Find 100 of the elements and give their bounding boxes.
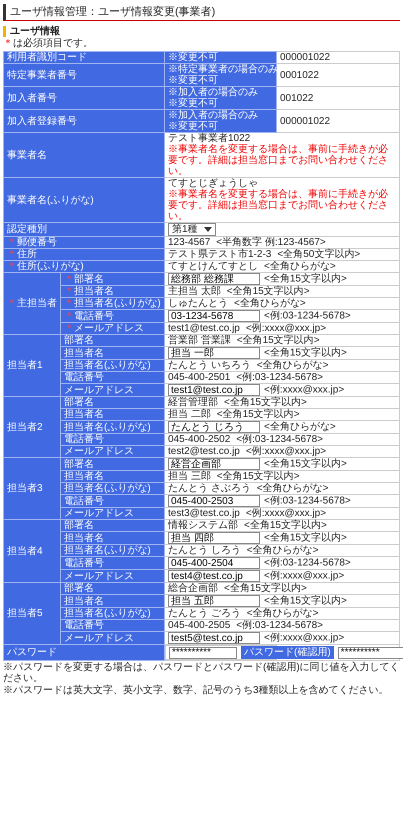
field-hint: <例:03-1234-5678> (264, 496, 351, 507)
field-value: 001022 (280, 92, 314, 104)
field-hint: <例:xxxx@xxx.jp> (246, 508, 326, 519)
text-field[interactable]: test4@test.co.jp (168, 570, 260, 582)
field-hint: <全角15文字以内> (216, 471, 300, 482)
field-value: しゅたんとう (168, 298, 228, 309)
field-label: メールアドレス (60, 508, 164, 520)
field-hint: <全角ひらがな> (234, 298, 306, 309)
field-label: 電話番号 (60, 372, 164, 384)
field-label: メールアドレス (60, 384, 164, 396)
field-hint: <全角ひらがな> (246, 608, 318, 619)
warning-text: ※事業者名を変更する場合は、事前に手続きが必要です。詳細は担当窓口までお問い合わせください。 (168, 144, 389, 177)
text-field[interactable]: test1@test.co.jp (168, 384, 260, 396)
type-select[interactable]: 第1種 (168, 223, 216, 236)
field-value: test1@test.co.jp (168, 323, 240, 334)
field-hint: <全角15文字以内> (264, 348, 347, 359)
field-label: 担当者名 (60, 594, 164, 608)
section-title: ユーザ情報 (3, 26, 400, 37)
field-label: パスワード(確認用) (241, 646, 334, 659)
field-label: 利用者識別コード (4, 52, 164, 64)
field-note: ※加入者の場合のみ (168, 110, 259, 121)
field-note: ※変更不可 (168, 121, 219, 132)
field-label: 部署名 (60, 520, 164, 532)
field-hint: <例:03-1234-5678> (264, 310, 351, 322)
field-label: 担当者名(ふりがな) (60, 544, 164, 556)
field-value: 045-400-2505 (168, 620, 230, 631)
field-label: 部署名 (60, 458, 164, 470)
field-label: 担当者名(ふりがな) (60, 360, 164, 372)
password-field[interactable]: ********** (338, 646, 403, 658)
field-label: ＊部署名 (60, 272, 164, 286)
field-label: 担当者名(ふりがな) (60, 608, 164, 620)
password-field[interactable]: ********** (169, 646, 237, 658)
field-label: ＊住所 (4, 248, 164, 260)
field-hint: <全角ひらがな> (256, 483, 328, 494)
field-hint: <全角ひらがな> (256, 360, 328, 371)
field-label: パスワード (4, 644, 164, 660)
field-value: テスト県テスト市1-2-3 (168, 249, 272, 260)
field-label: 部署名 (60, 396, 164, 408)
text-field[interactable]: 045-400-2503 (168, 495, 260, 507)
field-hint: <例:xxxx@xxx.jp> (246, 446, 326, 457)
field-value: たんとう いちろう (168, 360, 251, 371)
field-label: 電話番号 (60, 494, 164, 508)
field-hint: <例:xxxx@xxx.jp> (246, 323, 326, 334)
text-field[interactable]: test5@test.co.jp (168, 632, 260, 644)
field-value: 000001022 (280, 116, 330, 126)
field-label: 担当者名 (60, 408, 164, 420)
field-hint: <全角ひらがな> (264, 261, 336, 272)
field-label: 電話番号 (60, 434, 164, 446)
field-hint: <例:03-1234-5678> (236, 620, 324, 631)
field-label: ＊電話番号 (60, 310, 164, 322)
field-hint: <全角15文字以内> (264, 596, 347, 607)
field-value: 045-400-2502 (168, 434, 230, 445)
field-value: 045-400-2501 (168, 372, 230, 383)
field-value: 総合企画部 (168, 583, 218, 594)
text-field[interactable]: たんとう じろう (168, 421, 260, 433)
footnote: ※パスワードは英大文字、英小文字、数字、記号のうち3種類以上を含めてください。 (3, 685, 390, 696)
field-value: test3@test.co.jp (168, 508, 240, 519)
field-hint: <例:xxxx@xxx.jp> (264, 570, 344, 582)
field-label: メールアドレス (60, 632, 164, 644)
field-hint: <例:03-1234-5678> (236, 372, 324, 383)
field-value: 担当 二郎 (168, 409, 211, 420)
field-label: ＊住所(ふりがな) (4, 260, 164, 272)
field-label: 加入者番号 (4, 86, 164, 110)
field-label: ＊郵便番号 (4, 236, 164, 248)
field-value: test2@test.co.jp (168, 446, 240, 457)
group-label: 担当者4 (4, 520, 60, 582)
field-label: 加入者登録番号 (4, 110, 164, 132)
field-hint: <全角ひらがな> (264, 422, 336, 433)
field-value: 営業部 営業課 (168, 335, 231, 346)
field-hint: <全角15文字以内> (244, 520, 327, 531)
group-label: 担当者5 (4, 582, 60, 644)
field-value: 000001022 (280, 52, 330, 63)
field-label: 部署名 (60, 582, 164, 594)
group-label: 担当者3 (4, 458, 60, 520)
text-field[interactable]: 03-1234-5678 (168, 310, 260, 322)
field-note: ※変更不可 (168, 75, 219, 86)
field-hint: <例:xxxx@xxx.jp> (264, 384, 344, 396)
field-hint: <全角15文字以内> (264, 458, 347, 470)
warning-text: ※事業者名を変更する場合は、事前に手続きが必要です。詳細は担当窓口までお問い合わせください。 (168, 189, 389, 222)
text-field[interactable]: 045-400-2504 (168, 557, 260, 569)
footnote: ※パスワードを変更する場合は、パスワードとパスワード(確認用)に同じ値を入力してください。 (3, 662, 400, 684)
field-hint: <例:xxxx@xxx.jp> (264, 632, 344, 644)
field-note: ※変更不可 (168, 52, 219, 63)
field-note: ※加入者の場合のみ (168, 87, 259, 98)
page-title: ユーザ情報管理：ユーザ情報変更(事業者) (3, 4, 400, 21)
field-hint: <全角15文字以内> (224, 397, 307, 408)
field-hint: <全角15文字以内> (236, 335, 320, 346)
field-label: 特定事業者番号 (4, 64, 164, 86)
field-hint: <全角50文字以内> (277, 249, 360, 260)
field-value: 経営管理部 (168, 397, 218, 408)
group-label: 担当者2 (4, 396, 60, 458)
field-value: 123-4567 (168, 237, 210, 248)
field-label: ＊担当者名(ふりがな) (60, 298, 164, 310)
field-label: ＊担当者名 (60, 286, 164, 298)
field-hint: <全角15文字以内> (224, 583, 307, 594)
caret-icon (204, 227, 212, 232)
field-label: 事業者名(ふりがな) (4, 178, 164, 222)
field-label: 担当者名 (60, 532, 164, 544)
field-value: たんとう さぶろう (168, 483, 251, 494)
field-label: 担当者名 (60, 470, 164, 482)
